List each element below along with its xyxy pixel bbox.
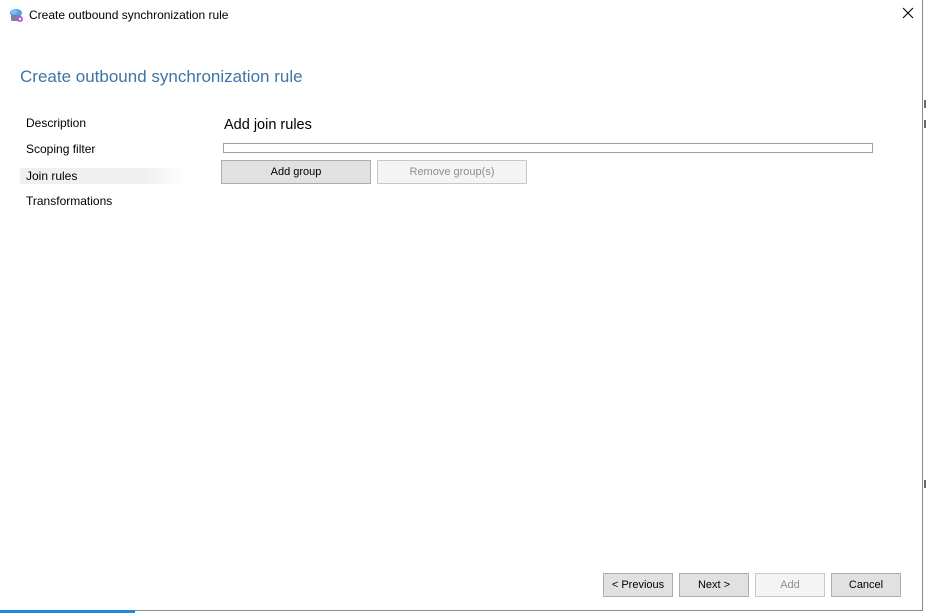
page-title: Create outbound synchronization rule (20, 67, 303, 86)
nav-item-scoping-filter[interactable]: Scoping filter (20, 138, 186, 164)
nav-item-transformations[interactable]: Transformations (20, 190, 186, 216)
join-rules-list[interactable] (223, 143, 873, 153)
window-title: Create outbound synchronization rule (29, 8, 229, 22)
sync-service-icon (8, 7, 24, 23)
remove-groups-button[interactable]: Remove group(s) (377, 160, 527, 184)
create-outbound-sync-rule-dialog: Create outbound synchronization rule Cre… (0, 0, 923, 611)
close-button[interactable] (893, 0, 923, 30)
next-button[interactable]: Next > (679, 573, 749, 597)
nav-item-join-rules[interactable]: Join rules (20, 168, 186, 184)
section-heading: Add join rules (224, 117, 312, 133)
nav-item-description[interactable]: Description (20, 112, 186, 138)
add-button[interactable]: Add (755, 573, 825, 597)
close-icon (902, 6, 914, 24)
title-bar: Create outbound synchronization rule (0, 0, 923, 30)
wizard-nav: Description Scoping filter Join rules Tr… (20, 112, 186, 216)
add-group-button[interactable]: Add group (221, 160, 371, 184)
cancel-button[interactable]: Cancel (831, 573, 901, 597)
previous-button[interactable]: < Previous (603, 573, 673, 597)
